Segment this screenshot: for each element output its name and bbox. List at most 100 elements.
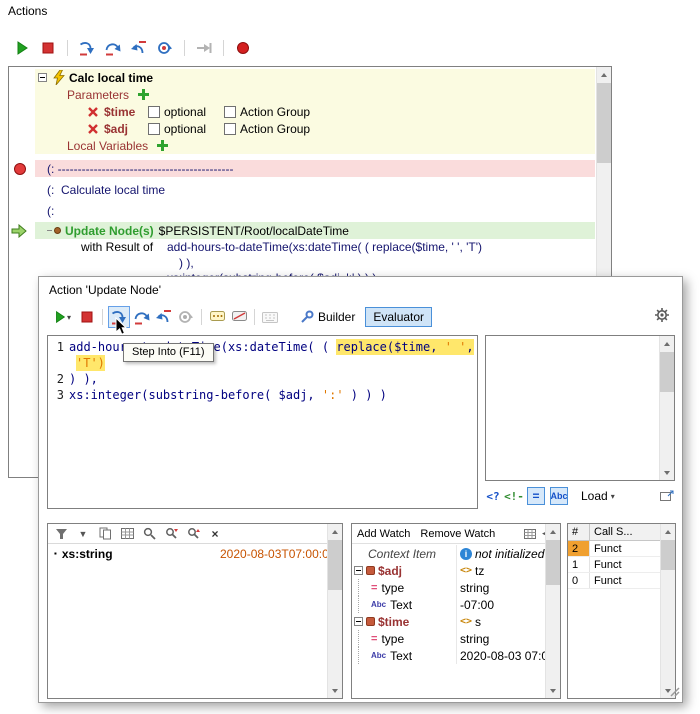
update-node-action-row[interactable]: Update Node(s) $PERSISTENT/Root/localDat…: [35, 222, 595, 239]
scroll-down-button[interactable]: [328, 683, 342, 698]
comment-line-row[interactable]: (:: [35, 202, 595, 219]
callstack-row[interactable]: 0 Funct: [568, 573, 660, 589]
comment-icon[interactable]: <!-: [506, 488, 522, 504]
watch-name: Context Item: [368, 547, 436, 561]
open-in-window-icon[interactable]: [659, 488, 675, 504]
comment-out-icon[interactable]: [229, 307, 249, 327]
watch-row[interactable]: =type string: [352, 630, 545, 647]
variable-icon: [366, 617, 375, 626]
optional-checkbox[interactable]: [148, 106, 160, 118]
parameters-row[interactable]: Parameters: [35, 86, 595, 103]
action-group-checkbox[interactable]: [224, 106, 236, 118]
run-to-cursor-icon[interactable]: [194, 38, 214, 58]
settings-gear-icon[interactable]: [652, 305, 672, 325]
copy-icon[interactable]: [97, 526, 113, 542]
parameter-row[interactable]: $adj optional Action Group: [35, 120, 595, 137]
callstack-row[interactable]: 1 Funct: [568, 557, 660, 573]
breakpoint-icon[interactable]: [14, 163, 26, 175]
run-icon[interactable]: [12, 38, 32, 58]
load-dropdown[interactable]: Load ▾: [581, 489, 615, 503]
search-next-icon[interactable]: [163, 526, 179, 542]
add-parameter-icon[interactable]: [135, 87, 151, 103]
step-over-icon[interactable]: [132, 307, 152, 327]
collapse-expander[interactable]: [38, 73, 47, 82]
resize-grip[interactable]: [668, 685, 680, 700]
stop-icon[interactable]: [77, 307, 97, 327]
results-panel[interactable]: [485, 335, 675, 481]
scroll-up-button[interactable]: [328, 524, 342, 539]
clear-search-icon[interactable]: ×: [207, 526, 223, 542]
grid-icon[interactable]: [522, 526, 538, 542]
run-icon[interactable]: ▾: [49, 307, 75, 327]
comment-line-row[interactable]: (: Calculate local time: [35, 181, 595, 198]
evaluator-button[interactable]: Evaluator: [365, 307, 432, 327]
delete-parameter-icon[interactable]: [85, 121, 101, 137]
action-group-header-row[interactable]: Calc local time: [35, 69, 595, 86]
search-prev-icon[interactable]: [185, 526, 201, 542]
stop-icon[interactable]: [38, 38, 58, 58]
watch-value: string: [460, 581, 489, 595]
scroll-down-button[interactable]: [546, 683, 560, 698]
remove-watch-button[interactable]: Remove Watch: [420, 528, 495, 540]
watch-row[interactable]: AbcText 2020-08-03 07:00:00: [352, 647, 545, 664]
step-over-icon[interactable]: [103, 38, 123, 58]
delete-parameter-icon[interactable]: [85, 104, 101, 120]
scroll-up-button[interactable]: [597, 67, 611, 82]
column-header-number[interactable]: #: [568, 524, 590, 540]
optional-checkbox[interactable]: [148, 123, 160, 135]
highlighted-code-segment: ,: [466, 339, 473, 355]
collapse-expander[interactable]: [354, 617, 363, 626]
code-segment: ) ),: [69, 371, 98, 387]
step-current-icon[interactable]: [155, 38, 175, 58]
callstack-row[interactable]: 2 Funct: [568, 541, 660, 557]
add-watch-button[interactable]: Add Watch: [357, 528, 410, 540]
comment-text: (: Calculate local time: [47, 183, 165, 197]
scrollbar-thumb[interactable]: [660, 352, 674, 392]
scrollbar-thumb[interactable]: [661, 540, 675, 570]
action-group-checkbox[interactable]: [224, 123, 236, 135]
separator: [223, 40, 224, 56]
keyboard-icon[interactable]: [260, 307, 280, 327]
watch-row[interactable]: $adj <>tz: [352, 562, 545, 579]
frame-label: Funct: [590, 575, 660, 587]
equals-toggle[interactable]: =: [527, 487, 545, 505]
filter-icon[interactable]: [53, 526, 69, 542]
with-result-row[interactable]: with Result of add-hours-to-dateTime(xs:…: [35, 239, 595, 255]
tooltip: Step Into (F11): [123, 343, 214, 362]
comment-line-row[interactable]: (: -------------------------------------…: [35, 160, 595, 177]
collapse-expander[interactable]: [354, 566, 363, 575]
editor-line: 2 ) ),: [48, 371, 477, 387]
comment-in-icon[interactable]: [207, 307, 227, 327]
step-current-icon[interactable]: [176, 307, 196, 327]
variable-row[interactable]: ▪ xs:string 2020-08-03T07:00:00: [48, 545, 327, 562]
run-menu-caret-icon[interactable]: ▾: [67, 313, 71, 322]
watch-row[interactable]: AbcText -07:00: [352, 596, 545, 613]
column-header-callstack[interactable]: Call S...: [590, 526, 660, 538]
xpath-editor[interactable]: 1 add-hours-to-dateTime(xs:dateTime( ( r…: [47, 335, 478, 509]
watch-row[interactable]: $time <>s: [352, 613, 545, 630]
xpath-code-row[interactable]: ) ),: [35, 255, 595, 270]
parameter-row[interactable]: $time optional Action Group: [35, 103, 595, 120]
scroll-down-button[interactable]: [660, 465, 674, 480]
step-into-icon[interactable]: [77, 38, 97, 58]
scrollbar-thumb[interactable]: [328, 540, 342, 590]
abc-toggle[interactable]: Abc: [550, 487, 568, 505]
variable-type: xs:string: [62, 547, 113, 561]
table-icon[interactable]: [119, 526, 135, 542]
record-breakpoint-icon[interactable]: [233, 38, 253, 58]
add-variable-icon[interactable]: [154, 138, 170, 154]
scroll-up-button[interactable]: [661, 524, 675, 539]
scrollbar-thumb[interactable]: [546, 540, 560, 585]
processing-instruction-icon[interactable]: <?: [485, 488, 501, 504]
scroll-up-button[interactable]: [660, 336, 674, 351]
scrollbar-thumb[interactable]: [597, 83, 611, 163]
step-out-icon[interactable]: [129, 38, 149, 58]
sort-descending-icon[interactable]: ▼: [75, 526, 91, 542]
local-variables-row[interactable]: Local Variables: [35, 137, 595, 154]
scroll-up-button[interactable]: [546, 524, 560, 539]
search-icon[interactable]: [141, 526, 157, 542]
watch-row[interactable]: Context Item inot initialized: [352, 545, 545, 562]
step-out-icon[interactable]: [154, 307, 174, 327]
builder-button[interactable]: Builder: [292, 307, 363, 327]
watch-row[interactable]: =type string: [352, 579, 545, 596]
